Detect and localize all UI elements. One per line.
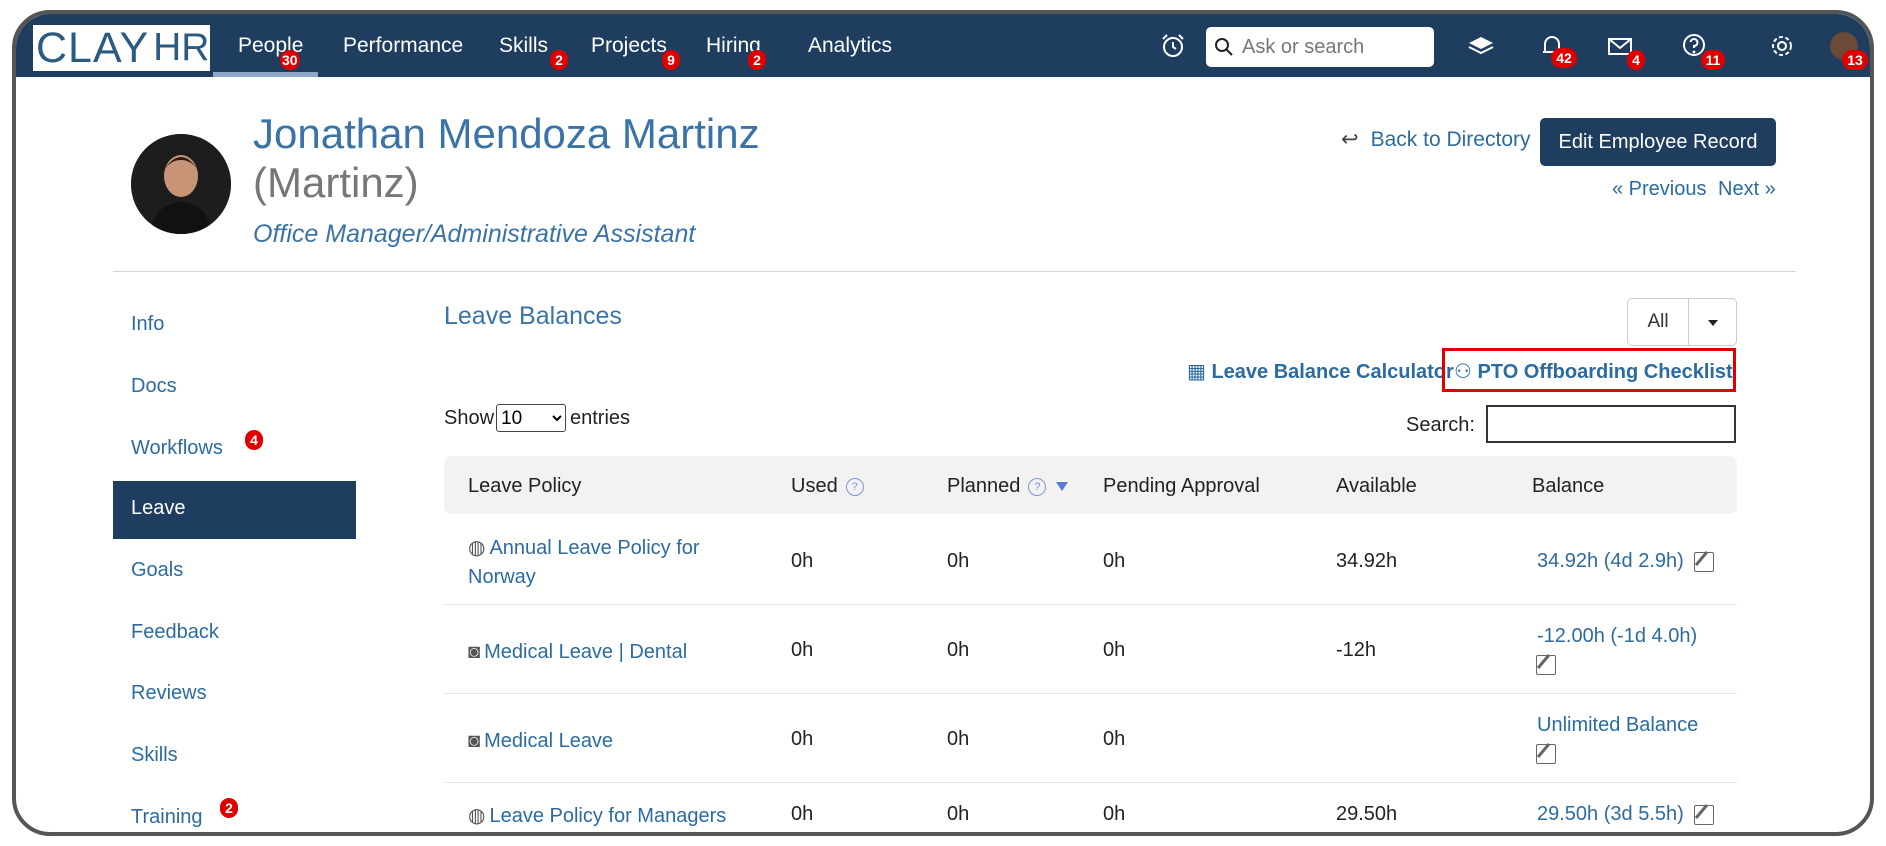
nav-skills[interactable]: Skills	[499, 34, 548, 58]
leave-balances-title: Leave Balances	[444, 302, 622, 330]
entries-label: entries	[570, 407, 631, 429]
cell-pending: 0h	[1103, 550, 1126, 572]
app-window: CLAY HR People 30 Performance Skills 2 Pr…	[12, 10, 1874, 836]
col-used[interactable]: Used?	[791, 475, 864, 498]
cell-planned: 0h	[947, 550, 970, 572]
sidebar-item-training[interactable]: Training	[131, 806, 203, 829]
row-divider	[444, 782, 1737, 783]
active-nav-indicator	[213, 72, 318, 77]
col-pending-approval[interactable]: Pending Approval	[1103, 475, 1260, 498]
col-planned[interactable]: Planned?	[947, 475, 1069, 498]
notifications-badge: 42	[1551, 48, 1577, 68]
policy-link[interactable]: ◙ Medical Leave | Dental	[468, 638, 687, 667]
cell-planned: 0h	[947, 639, 970, 661]
cell-used: 0h	[791, 639, 814, 661]
global-search-input[interactable]	[1240, 34, 1424, 60]
col-available[interactable]: Available	[1336, 475, 1417, 498]
filter-all-button[interactable]: All	[1627, 298, 1689, 346]
employee-photo	[131, 134, 231, 234]
edit-icon[interactable]	[1536, 655, 1556, 675]
hiring-badge: 2	[748, 50, 766, 70]
table-search-label: Search:	[1406, 414, 1475, 436]
cell-used: 0h	[791, 728, 814, 750]
sidebar-item-skills[interactable]: Skills	[131, 744, 178, 767]
camera-icon: ◙	[468, 641, 481, 663]
employee-name: Jonathan Mendoza Martinz	[253, 110, 760, 157]
balance-link[interactable]: 29.50h (3d 5.5h)	[1537, 803, 1714, 826]
balance-link[interactable]: 34.92h (4d 2.9h)	[1537, 550, 1714, 573]
filter-dropdown-toggle[interactable]	[1689, 298, 1737, 346]
policy-link[interactable]: ◍ Leave Policy for Managers	[468, 802, 726, 831]
globe-icon: ◍	[468, 805, 486, 827]
training-badge: 2	[220, 798, 238, 818]
show-label: Show	[444, 407, 495, 429]
row-divider	[444, 604, 1737, 605]
people-badge: 30	[280, 50, 300, 70]
edit-icon[interactable]	[1536, 744, 1556, 764]
nav-projects[interactable]: Projects	[591, 34, 667, 58]
policy-link[interactable]: ◙ Medical Leave	[468, 727, 613, 756]
policy-link[interactable]: ◍ Annual Leave Policy for Norway	[468, 534, 700, 592]
help-badge: 11	[1701, 50, 1725, 70]
sidebar-item-docs[interactable]: Docs	[131, 375, 177, 398]
gear-icon[interactable]	[1767, 31, 1797, 61]
col-leave-policy[interactable]: Leave Policy	[468, 475, 581, 498]
previous-employee-link[interactable]: « Previous	[1612, 178, 1707, 201]
sidebar-item-leave[interactable]: Leave	[113, 481, 356, 539]
nav-performance[interactable]: Performance	[343, 34, 463, 58]
balance-link[interactable]: Unlimited Balance	[1537, 714, 1698, 737]
pto-offboarding-checklist-link[interactable]: ⚇ PTO Offboarding Checklist	[1454, 359, 1733, 384]
top-navbar: CLAY HR People 30 Performance Skills 2 Pr…	[16, 14, 1870, 77]
edit-icon[interactable]	[1693, 551, 1714, 572]
row-divider	[444, 693, 1737, 694]
avatar-badge: 13	[1842, 50, 1868, 70]
table-search-input[interactable]	[1486, 405, 1736, 443]
balance-link[interactable]: -12.00h (-1d 4.0h)	[1537, 625, 1697, 648]
checklist-icon: ⚇	[1454, 361, 1472, 383]
help-icon[interactable]: ?	[845, 477, 864, 496]
cell-available: 34.92h	[1336, 550, 1398, 572]
employee-avatar-image	[131, 134, 231, 234]
skills-badge: 2	[550, 50, 568, 70]
help-icon[interactable]: ?	[1028, 477, 1047, 496]
alarm-clock-icon[interactable]	[1158, 31, 1188, 61]
sidebar-item-reviews[interactable]: Reviews	[131, 682, 207, 705]
search-icon	[1215, 38, 1233, 56]
cell-used: 0h	[791, 803, 814, 825]
globe-icon: ◍	[468, 537, 486, 559]
clayhr-logo[interactable]: CLAY HR	[33, 25, 210, 71]
workflows-badge: 4	[245, 430, 263, 450]
cell-pending: 0h	[1103, 803, 1126, 825]
cell-pending: 0h	[1103, 639, 1126, 661]
nav-analytics[interactable]: Analytics	[808, 34, 892, 58]
return-arrow-icon: ↩	[1341, 128, 1359, 151]
mail-badge: 4	[1627, 50, 1645, 70]
cell-planned: 0h	[947, 728, 970, 750]
projects-badge: 9	[662, 50, 680, 70]
cell-available: 29.50h	[1336, 803, 1398, 825]
sidebar-item-feedback[interactable]: Feedback	[131, 621, 219, 644]
sidebar-item-workflows[interactable]: Workflows	[131, 437, 223, 460]
cell-available: -12h	[1336, 639, 1377, 661]
cell-used: 0h	[791, 550, 814, 572]
employee-nickname: (Martinz)	[253, 159, 419, 206]
next-employee-link[interactable]: Next »	[1718, 178, 1776, 201]
sidebar-item-info[interactable]: Info	[131, 313, 164, 336]
entries-per-page-select[interactable]: 10	[496, 404, 566, 432]
edit-icon[interactable]	[1693, 804, 1714, 825]
global-search[interactable]	[1206, 27, 1434, 67]
sort-desc-icon[interactable]	[1056, 482, 1069, 492]
sidebar-item-goals[interactable]: Goals	[131, 559, 183, 582]
header-divider	[113, 271, 1796, 272]
cell-planned: 0h	[947, 803, 970, 825]
employee-job-title: Office Manager/Administrative Assistant	[253, 220, 696, 248]
edit-employee-record-button[interactable]: Edit Employee Record	[1540, 118, 1776, 166]
camera-icon: ◙	[468, 730, 481, 752]
col-balance[interactable]: Balance	[1532, 475, 1604, 498]
cell-pending: 0h	[1103, 728, 1126, 750]
back-to-directory-link[interactable]: ↩ Back to Directory	[1341, 127, 1531, 152]
leave-balance-calculator-link[interactable]: ▦ Leave Balance Calculator	[1187, 359, 1454, 384]
layers-icon[interactable]	[1466, 31, 1496, 61]
calculator-icon: ▦	[1187, 361, 1206, 383]
